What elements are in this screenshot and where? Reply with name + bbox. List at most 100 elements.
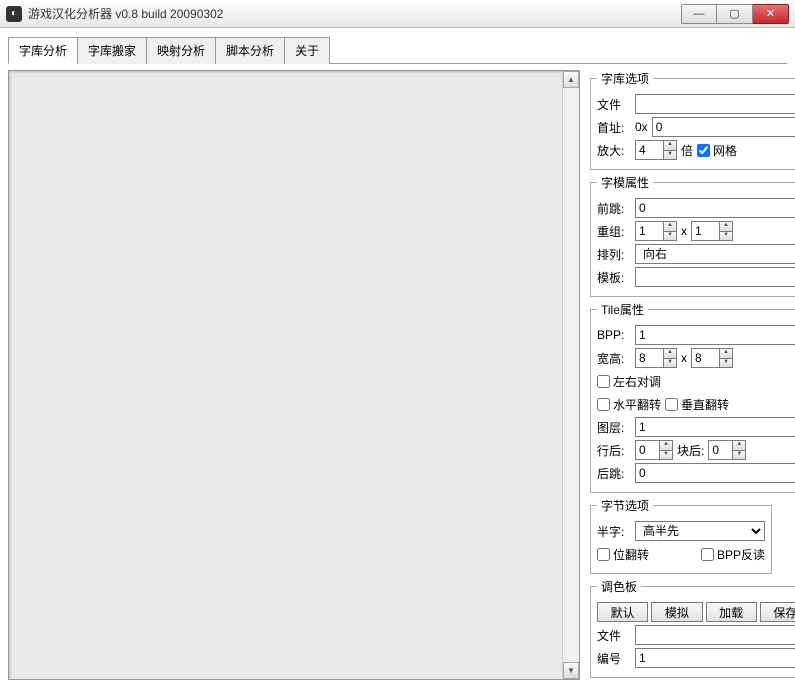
- zoom-up[interactable]: ▲: [663, 140, 677, 150]
- regroup-x: x: [681, 224, 687, 238]
- palette-save-button[interactable]: 保存: [760, 602, 795, 622]
- halfbyte-label: 半字:: [597, 523, 631, 540]
- bitrev-check-input[interactable]: [597, 548, 610, 561]
- vflip-label: 垂直翻转: [681, 396, 729, 413]
- halfbyte-combo[interactable]: 高半先: [635, 521, 765, 541]
- grid-check-input[interactable]: [697, 144, 710, 157]
- vflip-check-input[interactable]: [665, 398, 678, 411]
- scroll-down-button[interactable]: ▼: [563, 662, 579, 679]
- palette-file-input[interactable]: [635, 625, 795, 645]
- postskip-label: 后跳:: [597, 465, 631, 482]
- palette-group: 调色板 默认 模拟 加载 保存 文件 编号 ▲▼: [590, 578, 795, 678]
- addr-spinner[interactable]: ▲▼: [652, 117, 795, 137]
- blockpost-down[interactable]: ▼: [732, 450, 746, 461]
- blockpost-spinner[interactable]: ▲▼: [708, 440, 746, 460]
- glyph-attr-group: 字模属性 前跳: ▲▼ 位 重组: ▲▼ x: [590, 174, 795, 297]
- addr-input[interactable]: [652, 117, 795, 137]
- vertical-scrollbar[interactable]: ▲ ▼: [562, 71, 579, 679]
- regroup-b-spinner[interactable]: ▲▼: [691, 221, 733, 241]
- regroup-b-down[interactable]: ▼: [719, 231, 733, 242]
- addr-prefix: 0x: [635, 120, 648, 134]
- layer-input[interactable]: [635, 417, 795, 437]
- layer-spinner[interactable]: ▲▼: [635, 417, 795, 437]
- template-combo[interactable]: [635, 267, 795, 287]
- tab-font-move[interactable]: 字库搬家: [77, 37, 147, 64]
- arrange-label: 排列:: [597, 246, 631, 263]
- tab-strip: 字库分析 字库搬家 映射分析 脚本分析 关于: [8, 36, 787, 64]
- width-spinner[interactable]: ▲▼: [635, 348, 677, 368]
- rowpost-input[interactable]: [635, 440, 659, 460]
- height-input[interactable]: [691, 348, 719, 368]
- bitrev-checkbox[interactable]: 位翻转: [597, 546, 649, 563]
- client-area: 字库分析 字库搬家 映射分析 脚本分析 关于 ▲ ▼ 字库选项 文件 选: [0, 28, 795, 688]
- blockpost-input[interactable]: [708, 440, 732, 460]
- scroll-track[interactable]: [563, 88, 579, 662]
- width-down[interactable]: ▼: [663, 358, 677, 369]
- file-input[interactable]: [635, 94, 795, 114]
- bpprev-checkbox[interactable]: BPP反读: [701, 546, 765, 563]
- hflip-check-input[interactable]: [597, 398, 610, 411]
- regroup-label: 重组:: [597, 223, 631, 240]
- lrswap-check-input[interactable]: [597, 375, 610, 388]
- maximize-button[interactable]: ▢: [717, 4, 753, 24]
- wh-label: 宽高:: [597, 350, 631, 367]
- arrange-combo[interactable]: 向右: [635, 244, 795, 264]
- palette-load-button[interactable]: 加载: [706, 602, 757, 622]
- zoom-down[interactable]: ▼: [663, 150, 677, 161]
- addr-label: 首址:: [597, 119, 631, 136]
- scroll-up-button[interactable]: ▲: [563, 71, 579, 88]
- regroup-b-up[interactable]: ▲: [719, 221, 733, 231]
- height-spinner[interactable]: ▲▼: [691, 348, 733, 368]
- palette-index-label: 编号: [597, 650, 631, 667]
- bpp-spinner[interactable]: ▲▼: [635, 325, 795, 345]
- zoom-input[interactable]: [635, 140, 663, 160]
- tab-about[interactable]: 关于: [284, 37, 330, 64]
- regroup-b-input[interactable]: [691, 221, 719, 241]
- grid-label: 网格: [713, 142, 737, 159]
- regroup-a-spinner[interactable]: ▲▼: [635, 221, 677, 241]
- app-icon: ◐: [6, 6, 22, 22]
- bitrev-label: 位翻转: [613, 546, 649, 563]
- rowpost-down[interactable]: ▼: [659, 450, 673, 461]
- blockpost-up[interactable]: ▲: [732, 440, 746, 450]
- bpprev-label: BPP反读: [717, 546, 765, 563]
- zoom-spinner[interactable]: ▲▼: [635, 140, 677, 160]
- layer-label: 图层:: [597, 419, 631, 436]
- lrswap-checkbox[interactable]: 左右对调: [597, 373, 661, 390]
- regroup-a-down[interactable]: ▼: [663, 231, 677, 242]
- tab-mapping-analysis[interactable]: 映射分析: [146, 37, 216, 64]
- preview-canvas[interactable]: [9, 71, 562, 679]
- hflip-checkbox[interactable]: 水平翻转: [597, 396, 661, 413]
- height-up[interactable]: ▲: [719, 348, 733, 358]
- minimize-button[interactable]: —: [681, 4, 717, 24]
- regroup-a-up[interactable]: ▲: [663, 221, 677, 231]
- tab-script-analysis[interactable]: 脚本分析: [215, 37, 285, 64]
- close-button[interactable]: ✕: [753, 4, 789, 24]
- preskip-input[interactable]: [635, 198, 795, 218]
- preskip-spinner[interactable]: ▲▼: [635, 198, 795, 218]
- palette-sim-button[interactable]: 模拟: [651, 602, 702, 622]
- bpprev-check-input[interactable]: [701, 548, 714, 561]
- wh-x: x: [681, 351, 687, 365]
- postskip-spinner[interactable]: ▲▼: [635, 463, 795, 483]
- palette-index-input[interactable]: [635, 648, 795, 668]
- width-up[interactable]: ▲: [663, 348, 677, 358]
- side-panel: 字库选项 文件 选 首址: 0x ▲▼ 放大:: [590, 70, 772, 680]
- font-options-group: 字库选项 文件 选 首址: 0x ▲▼ 放大:: [590, 70, 795, 170]
- window-title: 游戏汉化分析器 v0.8 build 20090302: [28, 5, 681, 22]
- height-down[interactable]: ▼: [719, 358, 733, 369]
- grid-checkbox[interactable]: 网格: [697, 142, 737, 159]
- tab-font-analysis[interactable]: 字库分析: [8, 37, 78, 64]
- postskip-input[interactable]: [635, 463, 795, 483]
- palette-index-spinner[interactable]: ▲▼: [635, 648, 795, 668]
- rowpost-up[interactable]: ▲: [659, 440, 673, 450]
- rowpost-spinner[interactable]: ▲▼: [635, 440, 673, 460]
- byte-options-group: 字节选项 半字: 高半先 位翻转 BPP反读: [590, 497, 772, 574]
- bpp-input[interactable]: [635, 325, 795, 345]
- vflip-checkbox[interactable]: 垂直翻转: [665, 396, 729, 413]
- zoom-suffix: 倍: [681, 142, 693, 159]
- palette-default-button[interactable]: 默认: [597, 602, 648, 622]
- width-input[interactable]: [635, 348, 663, 368]
- regroup-a-input[interactable]: [635, 221, 663, 241]
- file-label: 文件: [597, 96, 631, 113]
